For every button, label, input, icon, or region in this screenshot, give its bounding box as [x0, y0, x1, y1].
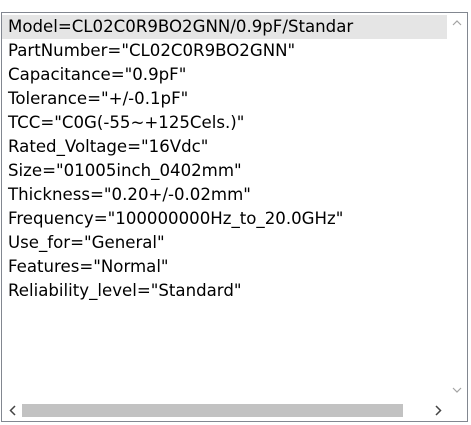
property-listbox[interactable]: Model=CL02C0R9BO2GNN/0.9pF/Standar PartN… [1, 12, 468, 422]
list-item-part-number[interactable]: PartNumber="CL02C0R9BO2GNN" [2, 39, 448, 63]
list-item-model[interactable]: Model=CL02C0R9BO2GNN/0.9pF/Standar [2, 15, 448, 39]
list-item-size[interactable]: Size="01005inch_0402mm" [2, 159, 448, 183]
vertical-scrollbar[interactable] [447, 13, 467, 400]
list-area: Model=CL02C0R9BO2GNN/0.9pF/Standar PartN… [2, 13, 448, 400]
list-item-features[interactable]: Features="Normal" [2, 255, 448, 279]
list-item-use-for[interactable]: Use_for="General" [2, 231, 448, 255]
chevron-right-icon [434, 405, 442, 416]
scroll-left-button[interactable] [2, 400, 22, 421]
list-item-thickness[interactable]: Thickness="0.20+/-0.02mm" [2, 183, 448, 207]
list-item-rated-voltage[interactable]: Rated_Voltage="16Vdc" [2, 135, 448, 159]
scroll-right-button[interactable] [428, 400, 448, 421]
list-item-capacitance[interactable]: Capacitance="0.9pF" [2, 63, 448, 87]
scroll-up-button[interactable] [447, 13, 467, 33]
list-item-tcc[interactable]: TCC="C0G(-55~+125Cels.)" [2, 111, 448, 135]
scroll-down-button[interactable] [447, 380, 467, 400]
chevron-up-icon [452, 20, 462, 26]
list-item-tolerance[interactable]: Tolerance="+/-0.1pF" [2, 87, 448, 111]
chevron-down-icon [452, 387, 462, 393]
list-item-frequency[interactable]: Frequency="100000000Hz_to_20.0GHz" [2, 207, 448, 231]
horizontal-scroll-thumb[interactable] [22, 404, 403, 417]
horizontal-scrollbar[interactable] [2, 400, 448, 421]
scrollbar-corner [447, 400, 467, 421]
list-item-reliability-level[interactable]: Reliability_level="Standard" [2, 279, 448, 303]
chevron-left-icon [8, 405, 16, 416]
